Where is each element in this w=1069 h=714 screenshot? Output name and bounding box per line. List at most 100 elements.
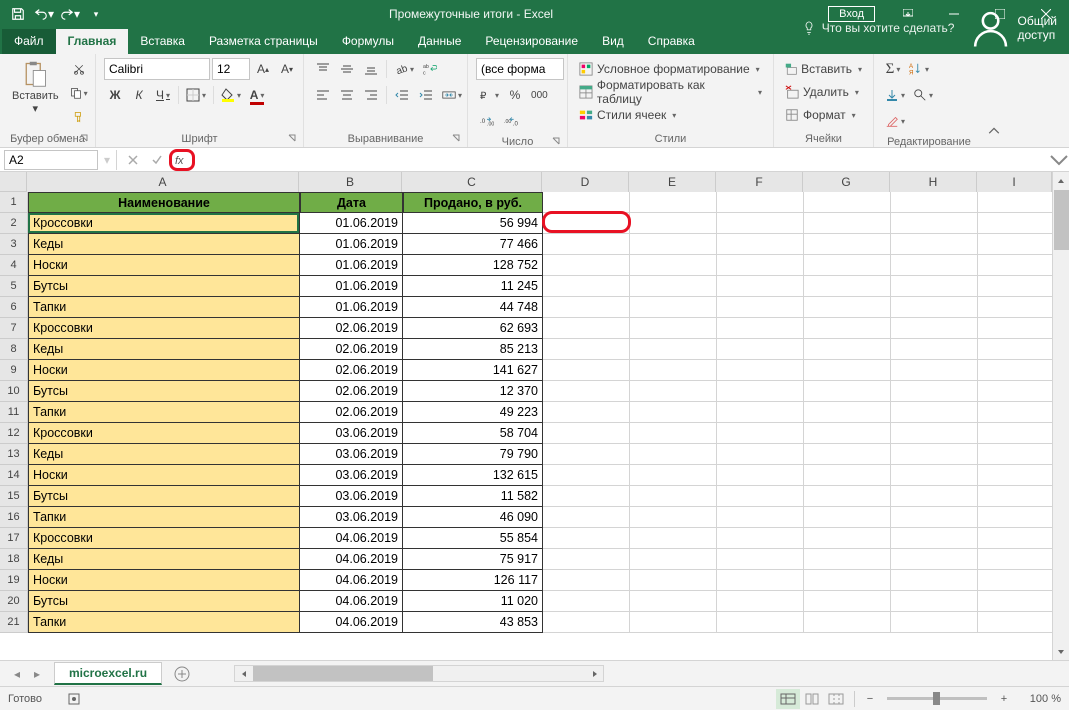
data-cell[interactable]: 85 213 — [403, 339, 543, 360]
header-cell[interactable]: Продано, в руб. — [403, 192, 543, 213]
col-header-F[interactable]: F — [716, 172, 803, 192]
number-launcher-icon[interactable] — [549, 134, 563, 148]
row-header-9[interactable]: 9 — [0, 360, 28, 381]
empty-cell[interactable] — [804, 591, 891, 612]
borders-icon[interactable]: ▾ — [183, 84, 209, 106]
row-header-20[interactable]: 20 — [0, 591, 28, 612]
empty-cell[interactable] — [978, 360, 1052, 381]
data-cell[interactable]: Кеды — [28, 444, 300, 465]
empty-cell[interactable] — [630, 255, 717, 276]
empty-cell[interactable] — [978, 528, 1052, 549]
empty-cell[interactable] — [891, 297, 978, 318]
data-cell[interactable]: 01.06.2019 — [300, 276, 403, 297]
empty-cell[interactable] — [891, 402, 978, 423]
empty-cell[interactable] — [717, 276, 804, 297]
qat-customize-icon[interactable]: ▾ — [84, 3, 108, 25]
font-launcher-icon[interactable] — [285, 131, 299, 145]
empty-cell[interactable] — [630, 381, 717, 402]
empty-cell[interactable] — [630, 213, 717, 234]
empty-cell[interactable] — [543, 318, 630, 339]
number-format-combo[interactable] — [476, 58, 564, 80]
fill-color-icon[interactable]: ▾ — [218, 84, 244, 106]
insert-cells-button[interactable]: Вставить▾ — [782, 58, 865, 80]
empty-cell[interactable] — [717, 612, 804, 633]
data-cell[interactable]: 11 582 — [403, 486, 543, 507]
share-button[interactable]: Общий доступ — [958, 3, 1069, 54]
data-cell[interactable]: 03.06.2019 — [300, 465, 403, 486]
enter-formula-icon[interactable] — [145, 150, 169, 170]
empty-cell[interactable] — [804, 570, 891, 591]
empty-cell[interactable] — [543, 612, 630, 633]
normal-view-icon[interactable] — [776, 689, 800, 709]
hscroll-thumb[interactable] — [253, 666, 433, 681]
new-sheet-button[interactable] — [170, 662, 194, 686]
empty-cell[interactable] — [717, 318, 804, 339]
align-top-icon[interactable] — [312, 58, 334, 80]
empty-cell[interactable] — [717, 339, 804, 360]
tab-view[interactable]: Вид — [590, 29, 636, 54]
align-right-icon[interactable] — [360, 84, 382, 106]
empty-cell[interactable] — [804, 465, 891, 486]
percent-icon[interactable]: % — [504, 84, 526, 106]
row-header-15[interactable]: 15 — [0, 486, 28, 507]
expand-formula-bar-icon[interactable] — [1049, 150, 1069, 170]
data-cell[interactable]: 04.06.2019 — [300, 591, 403, 612]
tab-help[interactable]: Справка — [636, 29, 707, 54]
sheet-nav-next-icon[interactable]: ▸ — [28, 665, 46, 683]
empty-cell[interactable] — [978, 297, 1052, 318]
data-cell[interactable]: 02.06.2019 — [300, 360, 403, 381]
tab-insert[interactable]: Вставка — [128, 29, 197, 54]
row-header-4[interactable]: 4 — [0, 255, 28, 276]
data-cell[interactable]: 128 752 — [403, 255, 543, 276]
empty-cell[interactable] — [891, 276, 978, 297]
insert-function-button[interactable]: fx — [169, 149, 195, 171]
scroll-down-icon[interactable] — [1053, 643, 1069, 660]
empty-cell[interactable] — [978, 549, 1052, 570]
data-cell[interactable]: 11 245 — [403, 276, 543, 297]
empty-cell[interactable] — [804, 381, 891, 402]
data-cell[interactable]: 141 627 — [403, 360, 543, 381]
formula-input[interactable] — [195, 150, 1049, 170]
decrease-font-icon[interactable]: A▾ — [276, 58, 298, 80]
empty-cell[interactable] — [543, 444, 630, 465]
undo-icon[interactable]: ▾ — [32, 3, 56, 25]
data-cell[interactable]: 02.06.2019 — [300, 318, 403, 339]
align-middle-icon[interactable] — [336, 58, 358, 80]
data-cell[interactable]: Кеды — [28, 549, 300, 570]
row-header-1[interactable]: 1 — [0, 192, 28, 213]
clear-icon[interactable]: ▾ — [882, 110, 908, 132]
empty-cell[interactable] — [630, 234, 717, 255]
empty-cell[interactable] — [978, 486, 1052, 507]
row-header-17[interactable]: 17 — [0, 528, 28, 549]
data-cell[interactable]: 49 223 — [403, 402, 543, 423]
empty-cell[interactable] — [978, 402, 1052, 423]
empty-cell[interactable] — [717, 381, 804, 402]
empty-cell[interactable] — [804, 234, 891, 255]
empty-cell[interactable] — [804, 507, 891, 528]
empty-cell[interactable] — [717, 234, 804, 255]
data-cell[interactable]: 04.06.2019 — [300, 549, 403, 570]
empty-cell[interactable] — [630, 507, 717, 528]
data-cell[interactable]: Носки — [28, 360, 300, 381]
comma-style-icon[interactable]: 000 — [528, 84, 551, 106]
empty-cell[interactable] — [543, 570, 630, 591]
row-header-7[interactable]: 7 — [0, 318, 28, 339]
empty-cell[interactable] — [978, 591, 1052, 612]
empty-cell[interactable] — [543, 213, 630, 234]
data-cell[interactable]: 44 748 — [403, 297, 543, 318]
row-header-18[interactable]: 18 — [0, 549, 28, 570]
zoom-out-icon[interactable]: − — [861, 690, 879, 708]
empty-cell[interactable] — [804, 276, 891, 297]
empty-cell[interactable] — [891, 339, 978, 360]
empty-cell[interactable] — [543, 381, 630, 402]
orientation-icon[interactable]: ab▾ — [391, 58, 417, 80]
empty-cell[interactable] — [804, 339, 891, 360]
scroll-up-icon[interactable] — [1053, 172, 1069, 189]
collapse-ribbon-icon[interactable] — [983, 121, 1005, 143]
row-header-11[interactable]: 11 — [0, 402, 28, 423]
data-cell[interactable]: 02.06.2019 — [300, 402, 403, 423]
empty-cell[interactable] — [630, 402, 717, 423]
empty-cell[interactable] — [978, 234, 1052, 255]
empty-cell[interactable] — [891, 444, 978, 465]
bold-button[interactable]: Ж — [104, 84, 126, 106]
